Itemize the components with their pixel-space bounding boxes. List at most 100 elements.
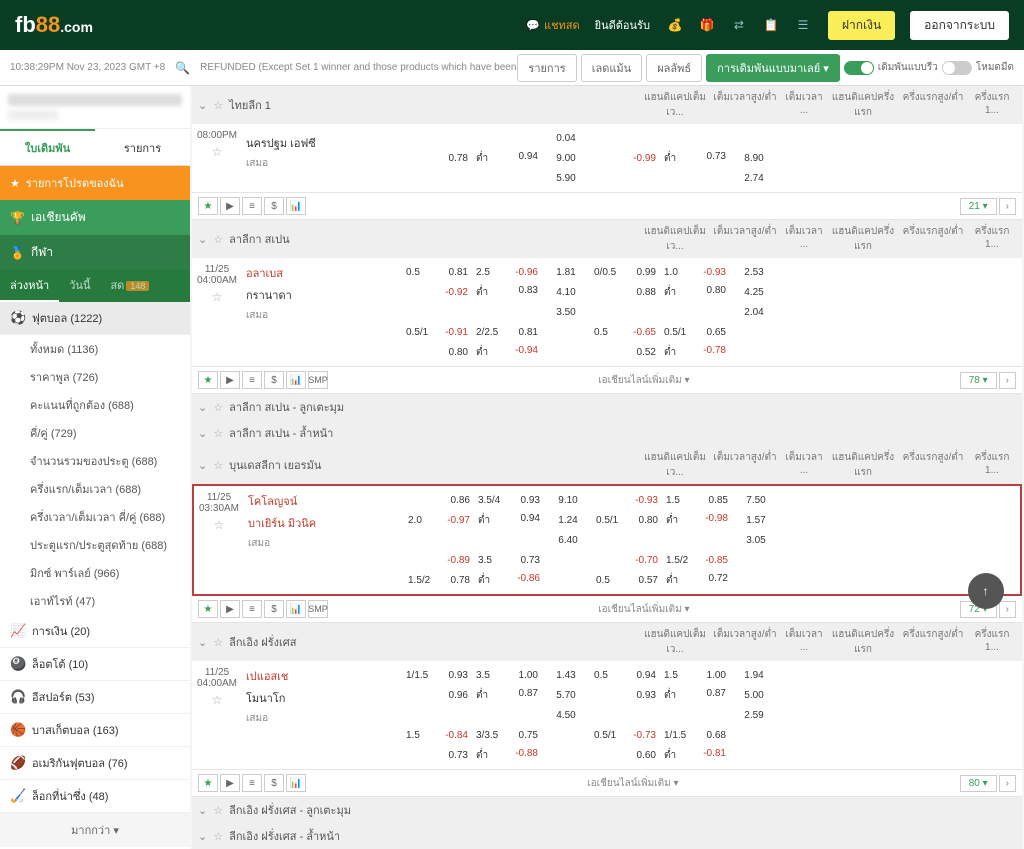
odds[interactable]: -0.85 bbox=[705, 555, 728, 566]
list-button[interactable]: ≡ bbox=[242, 600, 262, 618]
tab-mybets[interactable]: รายการ bbox=[95, 129, 190, 165]
odds[interactable]: 0.93 bbox=[521, 495, 540, 506]
odds[interactable]: -0.81 bbox=[703, 748, 726, 763]
league-name[interactable]: ลาลีกา สเปน - ล้ำหน้า bbox=[229, 424, 333, 442]
odds[interactable]: 0.93 bbox=[637, 690, 656, 701]
odds[interactable]: 2.04 bbox=[744, 307, 763, 318]
odds[interactable]: 4.25 bbox=[744, 287, 763, 298]
star-icon[interactable]: ☆ bbox=[213, 401, 223, 414]
list-button[interactable]: ≡ bbox=[242, 197, 262, 215]
fav-star-icon[interactable]: ☆ bbox=[192, 290, 242, 304]
odds-format-dropdown[interactable]: การเดิมพันแบบมาเลย์ ▾ bbox=[706, 54, 840, 82]
more-markets-count[interactable]: 80 ▾ bbox=[960, 775, 997, 792]
odds[interactable]: -0.93 bbox=[703, 267, 726, 278]
odds[interactable]: 1.43 bbox=[556, 670, 575, 681]
fav-button[interactable]: ★ bbox=[198, 774, 218, 792]
odds[interactable]: 4.10 bbox=[556, 287, 575, 298]
odds[interactable]: -0.91 bbox=[445, 327, 468, 338]
tab-layout[interactable]: เลดแม้น bbox=[581, 54, 643, 82]
odds[interactable]: 0.57 bbox=[639, 575, 658, 586]
sport-sub-item[interactable]: มิกซ์ พาร์เลย์ (966) bbox=[0, 559, 190, 587]
sport-item[interactable]: ⚽ฟุตบอล (1222) bbox=[0, 302, 190, 335]
odds[interactable]: 1.81 bbox=[556, 267, 575, 278]
fav-button[interactable]: ★ bbox=[198, 371, 218, 389]
more-odds-label[interactable]: เอเชียนไลน์เพิ่มเติม ▾ bbox=[328, 602, 960, 617]
odds[interactable]: 0.99 bbox=[637, 267, 656, 278]
sport-sub-item[interactable]: คะแนนที่ถูกต้อง (688) bbox=[0, 391, 190, 419]
odds[interactable]: 0.88 bbox=[637, 287, 656, 298]
cash-button[interactable]: $ bbox=[264, 197, 284, 215]
team-away[interactable]: นครปฐม เอฟซี bbox=[246, 132, 402, 154]
team-home[interactable]: อลาเบส bbox=[246, 262, 402, 284]
sport-sub-item[interactable]: จำนวนรวมของประตู (688) bbox=[0, 447, 190, 475]
collapse-icon[interactable]: ⌄ bbox=[198, 459, 207, 472]
tab-live[interactable]: สด148 bbox=[100, 270, 159, 302]
collapse-icon[interactable]: ⌄ bbox=[198, 401, 207, 414]
odds[interactable]: 0.78 bbox=[451, 575, 470, 586]
tab-early[interactable]: ล่วงหน้า bbox=[0, 270, 59, 302]
odds[interactable]: 5.00 bbox=[744, 690, 763, 701]
cash-button[interactable]: $ bbox=[264, 371, 284, 389]
odds[interactable]: 2.74 bbox=[744, 173, 763, 184]
odds[interactable]: -0.98 bbox=[705, 513, 728, 528]
logo[interactable]: fb88.com bbox=[15, 12, 93, 38]
stats-button[interactable]: 📊 bbox=[286, 600, 306, 618]
star-icon[interactable]: ☆ bbox=[213, 804, 223, 817]
odds[interactable]: -0.73 bbox=[633, 730, 656, 741]
cash-button[interactable]: $ bbox=[264, 600, 284, 618]
odds[interactable]: 5.90 bbox=[556, 173, 575, 184]
odds[interactable]: 0.81 bbox=[519, 327, 538, 338]
odds[interactable]: -0.99 bbox=[633, 153, 656, 164]
sport-item[interactable]: 🏑ล็อกที่น่าซึ่ง (48) bbox=[0, 780, 190, 813]
fav-button[interactable]: ★ bbox=[198, 600, 218, 618]
collapse-icon[interactable]: ⌄ bbox=[198, 636, 207, 649]
favorites-bar[interactable]: ★ รายการโปรดของฉัน bbox=[0, 166, 190, 200]
section-asian-cup[interactable]: 🏆 เอเชียนคัพ bbox=[0, 200, 190, 235]
next-button[interactable]: › bbox=[999, 775, 1016, 792]
play-button[interactable]: ▶ bbox=[220, 197, 240, 215]
odds[interactable]: 0.04 bbox=[556, 133, 575, 144]
league-name[interactable]: ลีกเอิง ฝรั่งเศส - ลูกเตะมุม bbox=[229, 801, 351, 819]
collapse-icon[interactable]: ⌄ bbox=[198, 830, 207, 843]
scroll-top-button[interactable]: ↑ bbox=[968, 573, 1004, 609]
odds[interactable]: 1.57 bbox=[746, 515, 765, 526]
odds[interactable]: -0.65 bbox=[633, 327, 656, 338]
odds[interactable]: 0.73 bbox=[707, 151, 726, 166]
team-away[interactable]: บาเยิร์น มิวนิค bbox=[248, 512, 404, 534]
sport-item[interactable]: 🏈อเมริกันฟุตบอล (76) bbox=[0, 747, 190, 780]
odds[interactable]: -0.93 bbox=[635, 495, 658, 506]
odds[interactable]: 0.68 bbox=[707, 730, 726, 741]
team-away[interactable]: โมนาโก bbox=[246, 687, 402, 709]
more-markets-count[interactable]: 21 ▾ bbox=[960, 198, 997, 215]
odds[interactable]: -0.70 bbox=[635, 555, 658, 566]
odds[interactable]: 6.40 bbox=[558, 535, 577, 546]
odds[interactable]: -0.86 bbox=[517, 573, 540, 588]
odds[interactable]: 9.10 bbox=[558, 495, 577, 506]
sport-sub-item[interactable]: ครึ่งแรก/เต็มเวลา (688) bbox=[0, 475, 190, 503]
menu-icon[interactable]: ☰ bbox=[793, 15, 813, 35]
more-sports[interactable]: มากกว่า ▾ bbox=[0, 813, 190, 847]
odds[interactable]: 0.80 bbox=[707, 285, 726, 300]
sport-sub-item[interactable]: เอาท์ไรท์ (47) bbox=[0, 587, 190, 615]
chat-button[interactable]: 💬แชทสด bbox=[526, 16, 579, 34]
play-button[interactable]: ▶ bbox=[220, 371, 240, 389]
odds[interactable]: 0.93 bbox=[449, 670, 468, 681]
league-name[interactable]: ไทยลีก 1 bbox=[229, 96, 271, 114]
odds[interactable]: 0.81 bbox=[449, 267, 468, 278]
odds[interactable]: 0.72 bbox=[709, 573, 728, 588]
collapse-icon[interactable]: ⌄ bbox=[198, 233, 207, 246]
sport-item[interactable]: 📈การเงิน (20) bbox=[0, 615, 190, 648]
odds[interactable]: 9.00 bbox=[556, 153, 575, 164]
history-icon[interactable]: 📋 bbox=[761, 15, 781, 35]
sport-item[interactable]: 🏀บาสเก็ตบอล (163) bbox=[0, 714, 190, 747]
odds[interactable]: -0.84 bbox=[445, 730, 468, 741]
league-name[interactable]: ลาลีกา สเปน - ลูกเตะมุม bbox=[229, 398, 344, 416]
sport-sub-item[interactable]: ประตูแรก/ประตูสุดท้าย (688) bbox=[0, 531, 190, 559]
odds[interactable]: 1.00 bbox=[707, 670, 726, 681]
star-icon[interactable]: ☆ bbox=[213, 636, 223, 649]
odds[interactable]: 0.65 bbox=[707, 327, 726, 338]
odds[interactable]: 0.80 bbox=[639, 515, 658, 526]
play-button[interactable]: ▶ bbox=[220, 600, 240, 618]
odds[interactable]: 0.80 bbox=[449, 347, 468, 358]
odds[interactable]: 5.70 bbox=[556, 690, 575, 701]
